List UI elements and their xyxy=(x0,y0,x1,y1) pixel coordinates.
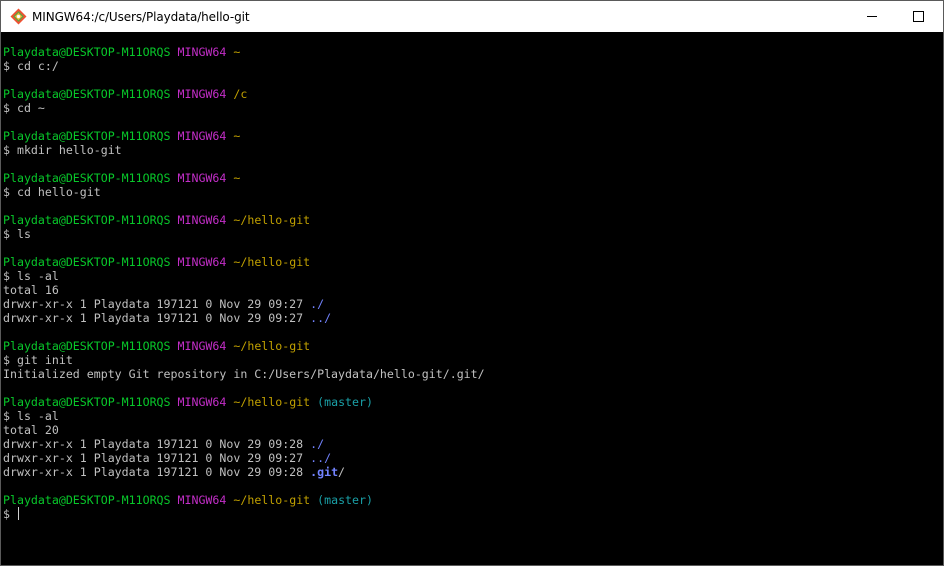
prompt-path: /c xyxy=(233,87,248,101)
output-text: drwxr-xr-x 1 Playdata 197121 0 Nov 29 09… xyxy=(3,451,311,465)
prompt-user-host: Playdata@DESKTOP-M11ORQS xyxy=(3,493,171,507)
prompt-branch: (master) xyxy=(317,395,373,409)
minimize-button[interactable] xyxy=(849,1,895,32)
prompt-system: MINGW64 xyxy=(177,493,227,507)
output-text: total 20 xyxy=(3,423,59,437)
output-line: Initialized empty Git repository in C:/U… xyxy=(3,367,943,381)
prompt-user-host: Playdata@DESKTOP-M11ORQS xyxy=(3,171,171,185)
command-line: $ cd ~ xyxy=(3,101,943,115)
prompt-path: ~/hello-git xyxy=(233,255,311,269)
prompt-path: ~ xyxy=(233,171,241,185)
command-text: $ ls -al xyxy=(3,269,59,283)
prompt-system: MINGW64 xyxy=(177,87,227,101)
prompt-system: MINGW64 xyxy=(177,171,227,185)
terminal-output[interactable]: Playdata@DESKTOP-M11ORQS MINGW64 ~ $ cd c… xyxy=(1,32,943,565)
terminal-window: MINGW64:/c/Users/Playdata/hello-git Play… xyxy=(0,0,944,566)
prompt-line: Playdata@DESKTOP-M11ORQS MINGW64 ~/hello… xyxy=(3,395,943,409)
prompt-system: MINGW64 xyxy=(177,255,227,269)
command-line: $ git init xyxy=(3,353,943,367)
directory-entry: ./ xyxy=(310,297,325,311)
directory-entry: ./ xyxy=(310,437,325,451)
prompt-line: Playdata@DESKTOP-M11ORQS MINGW64 ~/hello… xyxy=(3,339,943,353)
command-text: $ mkdir hello-git xyxy=(3,143,122,157)
prompt-line: Playdata@DESKTOP-M11ORQS MINGW64 ~/hello… xyxy=(3,255,943,269)
prompt-path: ~/hello-git xyxy=(233,213,311,227)
prompt-user-host: Playdata@DESKTOP-M11ORQS xyxy=(3,395,171,409)
output-line: drwxr-xr-x 1 Playdata 197121 0 Nov 29 09… xyxy=(3,451,943,465)
maximize-button[interactable] xyxy=(895,1,941,32)
prompt-line: Playdata@DESKTOP-M11ORQS MINGW64 ~ xyxy=(3,45,943,59)
output-text: total 16 xyxy=(3,283,59,297)
command-line: $ xyxy=(3,507,943,521)
command-line: $ mkdir hello-git xyxy=(3,143,943,157)
output-line: drwxr-xr-x 1 Playdata 197121 0 Nov 29 09… xyxy=(3,465,943,479)
prompt-system: MINGW64 xyxy=(177,395,227,409)
prompt-line: Playdata@DESKTOP-M11ORQS MINGW64 ~ xyxy=(3,171,943,185)
prompt-line: Playdata@DESKTOP-M11ORQS MINGW64 ~ xyxy=(3,129,943,143)
maximize-icon xyxy=(912,11,924,22)
output-text: drwxr-xr-x 1 Playdata 197121 0 Nov 29 09… xyxy=(3,311,311,325)
prompt-branch: (master) xyxy=(317,493,373,507)
title-bar[interactable]: MINGW64:/c/Users/Playdata/hello-git xyxy=(1,1,943,32)
output-line: drwxr-xr-x 1 Playdata 197121 0 Nov 29 09… xyxy=(3,311,943,325)
prompt-system: MINGW64 xyxy=(177,213,227,227)
prompt-system: MINGW64 xyxy=(177,129,227,143)
output-line: drwxr-xr-x 1 Playdata 197121 0 Nov 29 09… xyxy=(3,437,943,451)
prompt-user-host: Playdata@DESKTOP-M11ORQS xyxy=(3,213,171,227)
prompt-user-host: Playdata@DESKTOP-M11ORQS xyxy=(3,87,171,101)
prompt-path: ~ xyxy=(233,129,241,143)
command-line: $ cd hello-git xyxy=(3,185,943,199)
prompt-user-host: Playdata@DESKTOP-M11ORQS xyxy=(3,45,171,59)
directory-entry: .git xyxy=(310,465,339,479)
output-line: total 16 xyxy=(3,283,943,297)
directory-entry: ../ xyxy=(310,311,332,325)
command-text: $ xyxy=(3,507,17,521)
output-text: Initialized empty Git repository in C:/U… xyxy=(3,367,485,381)
output-text: drwxr-xr-x 1 Playdata 197121 0 Nov 29 09… xyxy=(3,297,311,311)
prompt-line: Playdata@DESKTOP-M11ORQS MINGW64 ~/hello… xyxy=(3,493,943,507)
prompt-path: ~/hello-git xyxy=(233,395,311,409)
prompt-user-host: Playdata@DESKTOP-M11ORQS xyxy=(3,129,171,143)
command-text: $ cd c:/ xyxy=(3,59,59,73)
text-cursor xyxy=(17,507,19,520)
command-line: $ ls xyxy=(3,227,943,241)
entry-suffix: / xyxy=(338,465,346,479)
prompt-path: ~ xyxy=(233,45,241,59)
output-text: drwxr-xr-x 1 Playdata 197121 0 Nov 29 09… xyxy=(3,437,311,451)
prompt-line: Playdata@DESKTOP-M11ORQS MINGW64 /c xyxy=(3,87,943,101)
output-line: total 20 xyxy=(3,423,943,437)
window-title: MINGW64:/c/Users/Playdata/hello-git xyxy=(32,9,250,24)
command-text: $ cd ~ xyxy=(3,101,45,115)
git-bash-icon xyxy=(10,8,27,25)
minimize-icon xyxy=(867,16,877,17)
prompt-system: MINGW64 xyxy=(177,339,227,353)
command-text: $ ls -al xyxy=(3,409,59,423)
command-line: $ cd c:/ xyxy=(3,59,943,73)
command-text: $ git init xyxy=(3,353,73,367)
output-line: drwxr-xr-x 1 Playdata 197121 0 Nov 29 09… xyxy=(3,297,943,311)
prompt-path: ~/hello-git xyxy=(233,339,311,353)
prompt-user-host: Playdata@DESKTOP-M11ORQS xyxy=(3,255,171,269)
directory-entry: ../ xyxy=(310,451,332,465)
prompt-line: Playdata@DESKTOP-M11ORQS MINGW64 ~/hello… xyxy=(3,213,943,227)
command-line: $ ls -al xyxy=(3,409,943,423)
prompt-path: ~/hello-git xyxy=(233,493,311,507)
command-line: $ ls -al xyxy=(3,269,943,283)
prompt-user-host: Playdata@DESKTOP-M11ORQS xyxy=(3,339,171,353)
command-text: $ cd hello-git xyxy=(3,185,101,199)
command-text: $ ls xyxy=(3,227,31,241)
prompt-system: MINGW64 xyxy=(177,45,227,59)
output-text: drwxr-xr-x 1 Playdata 197121 0 Nov 29 09… xyxy=(3,465,311,479)
